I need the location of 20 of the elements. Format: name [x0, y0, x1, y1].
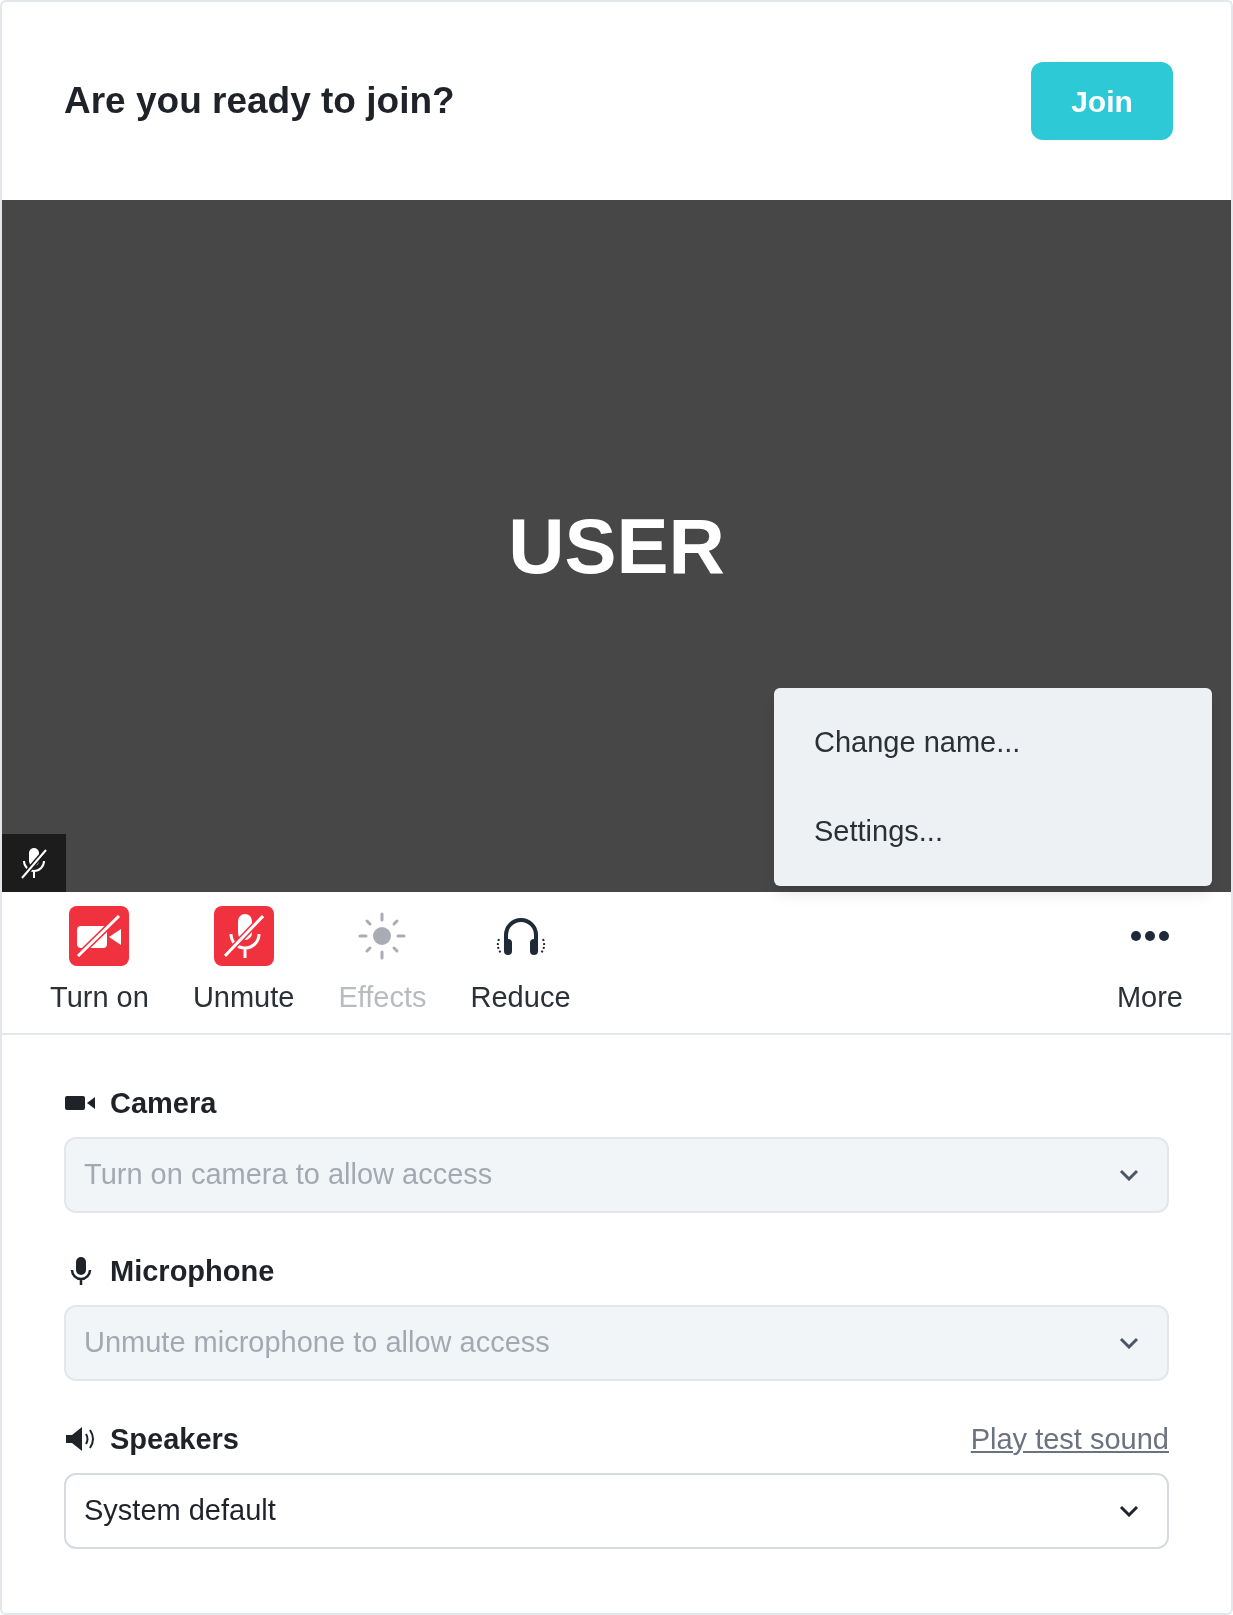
toolbar-button[interactable]: Unmute	[184, 905, 303, 1020]
chevron-down-icon	[1119, 1169, 1139, 1181]
toolbar-button[interactable]: Reduce	[462, 905, 579, 1020]
chevron-down-icon	[1119, 1337, 1139, 1349]
chevron-down-icon	[1119, 1505, 1139, 1517]
menu-item[interactable]: Settings...	[814, 810, 943, 854]
menu-item[interactable]: Change name...	[814, 720, 1021, 764]
sun-icon	[357, 910, 408, 961]
device-label: Camera	[110, 1085, 217, 1121]
microphone-off-icon	[213, 905, 274, 966]
play-test-sound-link[interactable]: Play test sound	[970, 1417, 1169, 1461]
participant-name: USER	[508, 500, 725, 592]
more-button[interactable]: More	[1108, 905, 1191, 1020]
toolbar-button[interactable]: Turn on	[42, 905, 157, 1020]
more-icon	[1129, 929, 1170, 942]
device-label: Speakers	[110, 1421, 239, 1457]
device-label: Microphone	[110, 1253, 275, 1289]
dialog-title: Are you ready to join?	[64, 79, 455, 124]
device-select[interactable]: System default	[64, 1473, 1169, 1549]
video-camera-off-icon	[69, 905, 130, 966]
